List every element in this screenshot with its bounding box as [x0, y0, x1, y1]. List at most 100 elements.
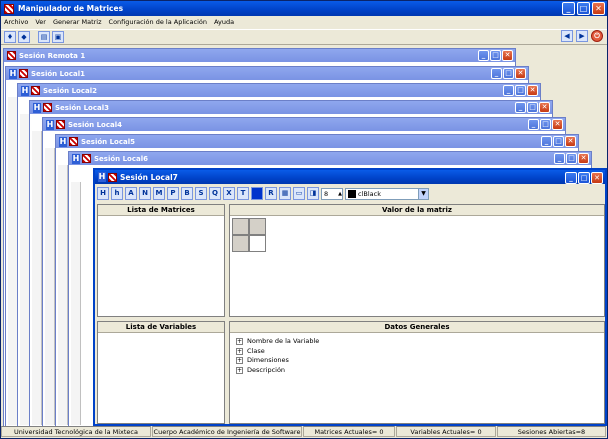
new-session-icon[interactable]: ♦ [4, 31, 16, 43]
main-toolbar: ♦ ◆ ▤ ▣ [1, 29, 607, 45]
matrix-cell[interactable] [249, 235, 266, 252]
active-session-titlebar[interactable]: H Sesión Local7 [95, 170, 605, 184]
toolbar-x-icon[interactable]: X [223, 187, 235, 200]
child-close-button[interactable]: ✕ [578, 153, 589, 164]
matrix-value-panel: Valor de la matriz [229, 204, 605, 317]
expand-plus-icon[interactable]: + [236, 347, 243, 355]
menu-generar-matriz[interactable]: Generar Matriz [53, 18, 102, 26]
toolbar-grid-icon[interactable]: ▦ [279, 187, 291, 200]
child-minimize-button[interactable]: _ [478, 50, 489, 61]
matrix-column-header [249, 218, 266, 235]
main-window: Manipulador de Matrices _ □ ✕ Archivo Ve… [0, 0, 608, 439]
tree-node-class[interactable]: + Clase [236, 347, 604, 357]
child-close-button[interactable]: ✕ [515, 68, 526, 79]
close-button[interactable]: ✕ [592, 2, 605, 15]
child-minimize-button[interactable]: _ [503, 85, 514, 96]
h-icon: H [33, 102, 41, 113]
child-maximize-button[interactable]: □ [566, 153, 577, 164]
open-session-icon[interactable]: ◆ [18, 31, 30, 43]
child-close-button[interactable]: ✕ [502, 50, 513, 61]
child-maximize-button[interactable]: □ [490, 50, 501, 61]
expand-plus-icon[interactable]: + [236, 338, 243, 346]
general-data-tree: + Nombre de la Variable + Clase + Dimension… [230, 333, 604, 375]
font-size-value: 8 [324, 189, 329, 198]
toolbar-split-icon[interactable]: ◨ [307, 187, 319, 200]
toolbar-color-fill-icon[interactable]: ■ [251, 187, 263, 200]
child-maximize-button[interactable]: □ [540, 119, 551, 130]
child-content-strip [32, 131, 42, 425]
toolbar-s-icon[interactable]: S [195, 187, 207, 200]
tree-node-variable-name[interactable]: + Nombre de la Variable [236, 337, 604, 347]
font-size-spinner[interactable]: 8 ▲ [321, 187, 343, 200]
toolbar-n-icon[interactable]: N [139, 187, 151, 200]
power-icon[interactable]: ⏻ [591, 30, 603, 42]
active-session-title: Sesión Local7 [120, 172, 178, 182]
session-close-button[interactable]: ✕ [591, 172, 603, 184]
child-title: Sesión Local3 [55, 103, 109, 112]
toolbar-m-icon[interactable]: M [153, 187, 165, 200]
menu-archivo[interactable]: Archivo [4, 18, 28, 26]
active-session-window[interactable]: H Sesión Local7 _ □ ✕ H h A N M P B S Q … [93, 168, 607, 426]
nav-buttons: ◀ ▶ ⏻ [561, 30, 603, 42]
app-titlebar[interactable]: Manipulador de Matrices _ □ ✕ [1, 1, 607, 16]
tree-node-dimensions[interactable]: + Dimensiones [236, 356, 604, 366]
child-minimize-button[interactable]: _ [541, 136, 552, 147]
session-maximize-button[interactable]: □ [578, 172, 590, 184]
child-maximize-button[interactable]: □ [515, 85, 526, 96]
color-select[interactable]: clBlack ▼ [345, 187, 429, 200]
child-close-button[interactable]: ✕ [539, 102, 550, 113]
expand-plus-icon[interactable]: + [236, 357, 243, 365]
h-icon: H [98, 172, 106, 182]
toolbar-b-icon[interactable]: B [181, 187, 193, 200]
session-icon [56, 120, 65, 129]
child-maximize-button[interactable]: □ [553, 136, 564, 147]
child-close-button[interactable]: ✕ [527, 85, 538, 96]
child-minimize-button[interactable]: _ [528, 119, 539, 130]
back-arrow-icon[interactable]: ◀ [561, 30, 573, 42]
child-content-strip [45, 148, 55, 425]
menu-configuracion[interactable]: Configuración de la Aplicación [109, 18, 207, 26]
color-swatch [348, 189, 356, 198]
session-icon [108, 172, 117, 182]
h-icon: H [21, 85, 29, 96]
status-matrices: Matrices Actuales= 0 [303, 426, 395, 437]
toolbar-t-icon[interactable]: T [237, 187, 249, 200]
child-minimize-button[interactable]: _ [554, 153, 565, 164]
child-title: Sesión Remota 1 [19, 51, 86, 60]
spinner-arrows-icon[interactable]: ▲ [338, 189, 342, 199]
child-title: Sesión Local1 [31, 69, 85, 78]
matrix-row-header [232, 235, 249, 252]
child-minimize-button[interactable]: _ [491, 68, 502, 79]
tree-node-label: Nombre de la Variable [247, 337, 320, 345]
toolbar-frame-icon[interactable]: ▭ [293, 187, 305, 200]
toolbar-p-icon[interactable]: P [167, 187, 179, 200]
forward-arrow-icon[interactable]: ▶ [576, 30, 588, 42]
toolbar-a-icon[interactable]: A [125, 187, 137, 200]
child-maximize-button[interactable]: □ [503, 68, 514, 79]
session-icon [43, 103, 52, 112]
expand-plus-icon[interactable]: + [236, 366, 243, 374]
toolbar-q-icon[interactable]: Q [209, 187, 221, 200]
print-icon[interactable]: ▤ [38, 31, 50, 43]
menu-ayuda[interactable]: Ayuda [214, 18, 234, 26]
toolbar-h-small-icon[interactable]: h [111, 187, 123, 200]
status-bar: Universidad Tecnológica de la Mixteca Cu… [1, 426, 607, 438]
tree-node-label: Descripción [247, 365, 286, 374]
child-minimize-button[interactable]: _ [515, 102, 526, 113]
save-icon[interactable]: ▣ [52, 31, 64, 43]
child-maximize-button[interactable]: □ [527, 102, 538, 113]
child-title: Sesión Local6 [94, 154, 148, 163]
maximize-button[interactable]: □ [577, 2, 590, 15]
chevron-down-icon[interactable]: ▼ [418, 188, 428, 199]
child-close-button[interactable]: ✕ [565, 136, 576, 147]
toolbar-h-icon[interactable]: H [97, 187, 109, 200]
child-content-strip [58, 165, 68, 425]
menu-ver[interactable]: Ver [35, 18, 46, 26]
child-close-button[interactable]: ✕ [552, 119, 563, 130]
general-data-panel: Datos Generales + Nombre de la Variable +… [229, 321, 605, 424]
session-minimize-button[interactable]: _ [565, 172, 577, 184]
toolbar-r-icon[interactable]: R [265, 187, 277, 200]
minimize-button[interactable]: _ [562, 2, 575, 15]
tree-node-description[interactable]: + Descripción [236, 366, 604, 376]
matrices-panel: Lista de Matrices [97, 204, 225, 317]
